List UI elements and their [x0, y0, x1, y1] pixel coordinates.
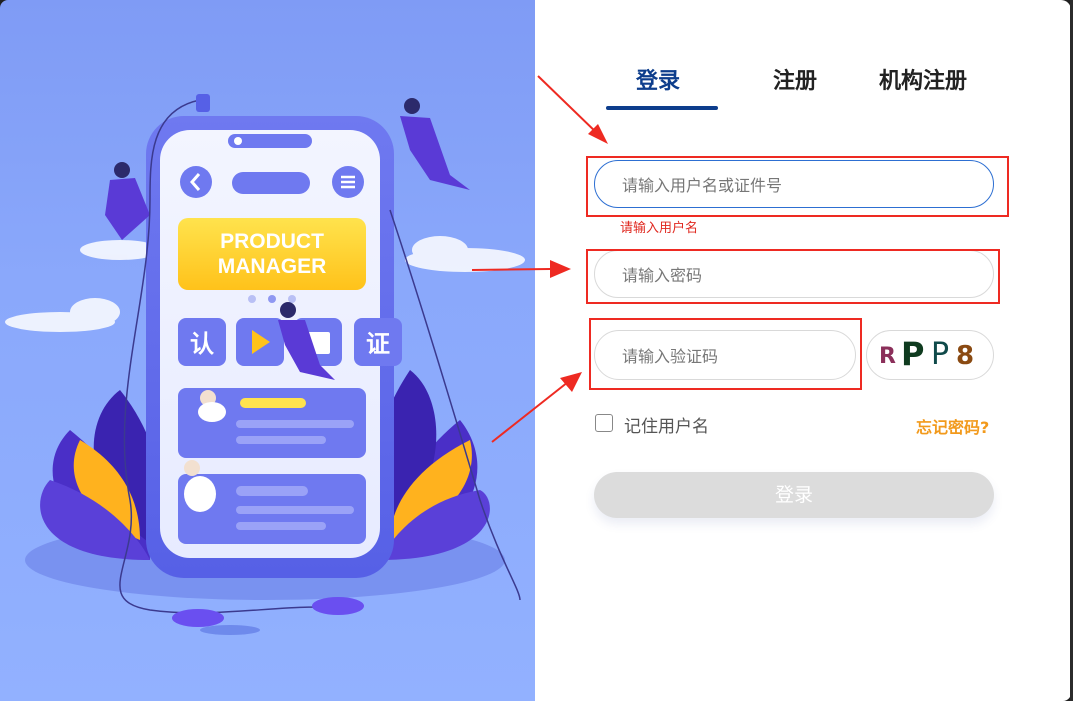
login-window: PRODUCT MANAGER 认 证 登录 注册 机构注册 请输入用户名或证件… — [0, 0, 1073, 701]
captcha-char-4: 8 — [956, 341, 975, 371]
button-right-char: 证 — [366, 330, 390, 358]
annotation-box-password — [586, 249, 1000, 304]
tab-org-register[interactable]: 机构注册 — [879, 64, 967, 100]
button-left-char: 认 — [190, 330, 214, 358]
phone-illustration: PRODUCT MANAGER 认 证 — [5, 94, 525, 635]
banner-line1: PRODUCT — [220, 230, 324, 253]
captcha-char-2: P — [901, 335, 925, 373]
username-error: 请输入用户名 — [620, 221, 699, 236]
captcha-char-3: P — [931, 337, 950, 372]
remember-checkbox[interactable] — [595, 414, 613, 432]
active-tab-underline — [606, 106, 718, 110]
banner-line2: MANAGER — [218, 255, 327, 278]
captcha-char-1: R — [879, 344, 896, 369]
forgot-password-link[interactable]: 忘记密码? — [916, 414, 989, 438]
back-icon — [180, 166, 212, 198]
captcha-image[interactable]: R P P 8 — [866, 330, 994, 380]
annotation-box-captcha — [589, 318, 862, 390]
remember-label: 记住用户名 — [624, 417, 709, 437]
leaves-left — [40, 390, 164, 560]
illustration-panel: PRODUCT MANAGER 认 证 — [0, 0, 535, 701]
login-button[interactable]: 登录 — [594, 472, 994, 518]
annotation-box-username — [586, 156, 1009, 217]
tab-register[interactable]: 注册 — [773, 64, 817, 100]
tab-login[interactable]: 登录 — [636, 64, 680, 100]
